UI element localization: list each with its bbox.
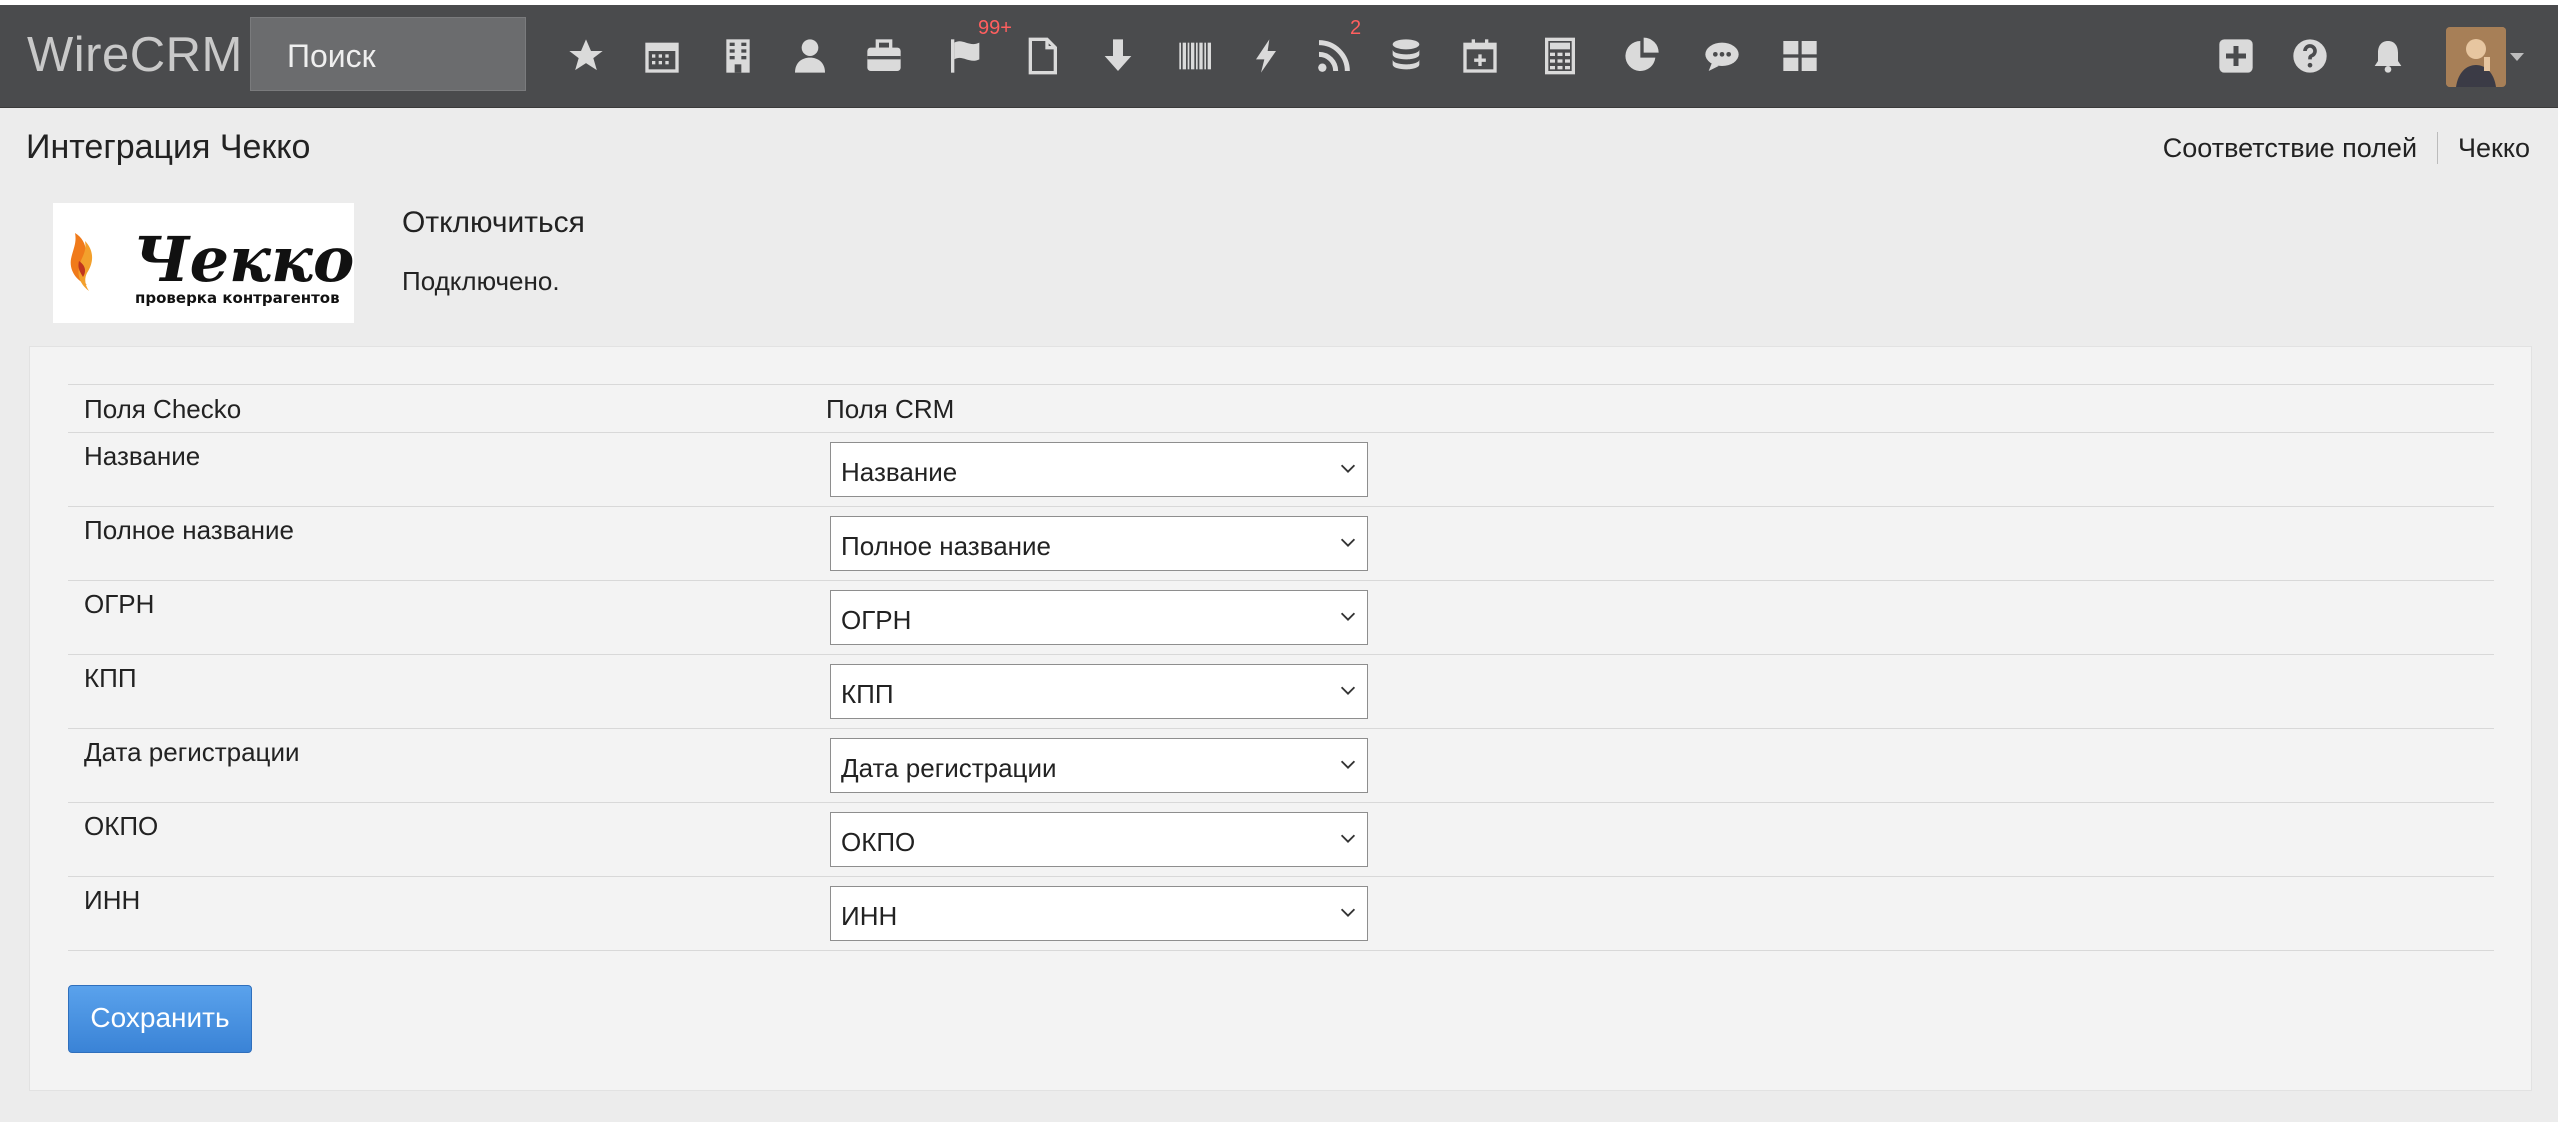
building-icon[interactable]	[716, 33, 760, 79]
chevron-down-icon	[1340, 908, 1356, 917]
chat-icon[interactable]	[1700, 33, 1744, 79]
checko-link[interactable]: Чекко	[2458, 133, 2530, 164]
lightning-icon[interactable]	[1244, 33, 1288, 79]
crm-field-select[interactable]: Дата регистрации	[830, 738, 1368, 793]
checko-field-label: Название	[84, 441, 201, 471]
header-checko-fields: Поля Checko	[84, 394, 242, 424]
checko-logo: Чекко проверка контрагентов	[53, 203, 354, 323]
table-row: Дата регистрации Дата регистрации	[68, 729, 2494, 803]
checko-field-label: КПП	[84, 663, 137, 693]
chevron-down-icon	[1340, 834, 1356, 843]
crm-field-select[interactable]: Название	[830, 442, 1368, 497]
star-icon[interactable]	[564, 33, 608, 79]
flag-badge: 99+	[978, 17, 1012, 39]
crm-field-select[interactable]: ОКПО	[830, 812, 1368, 867]
page-title: Интеграция Чекко	[26, 128, 311, 166]
field-mapping-table: Поля Checko Поля CRM Название Название Пол…	[68, 384, 2494, 951]
table-header: Поля Checko Поля CRM	[68, 385, 2494, 433]
calendar-add-icon[interactable]	[1458, 33, 1502, 79]
crm-field-selected-value: ОКПО	[841, 827, 916, 857]
table-row: КПП КПП	[68, 655, 2494, 729]
chevron-down-icon	[1340, 686, 1356, 695]
table-row: ОКПО ОКПО	[68, 803, 2494, 877]
logo-word: Чекко	[133, 223, 354, 296]
header-crm-fields: Поля CRM	[826, 394, 955, 424]
field-mapping-panel: Поля Checko Поля CRM Название Название Пол…	[29, 346, 2532, 1091]
download-icon[interactable]	[1096, 33, 1140, 79]
crm-field-selected-value: Дата регистрации	[841, 753, 1057, 783]
checko-field-label: ИНН	[84, 885, 141, 915]
help-icon[interactable]	[2288, 33, 2332, 79]
rss-badge: 2	[1350, 17, 1362, 39]
crm-field-select[interactable]: ОГРН	[830, 590, 1368, 645]
checko-field-label: Дата регистрации	[84, 737, 300, 767]
bell-icon[interactable]	[2366, 33, 2410, 79]
save-button[interactable]: Сохранить	[68, 985, 252, 1053]
crm-field-select[interactable]: КПП	[830, 664, 1368, 719]
briefcase-icon[interactable]	[862, 33, 906, 79]
connection-status: Подключено.	[402, 266, 560, 296]
checko-field-label: ОГРН	[84, 589, 155, 619]
chevron-down-icon	[1340, 760, 1356, 769]
crm-field-selected-value: Полное название	[841, 531, 1052, 561]
crm-field-selected-value: ИНН	[841, 901, 898, 931]
table-row: ОГРН ОГРН	[68, 581, 2494, 655]
barcode-icon[interactable]	[1174, 33, 1218, 79]
link-divider	[2437, 132, 2439, 164]
table-row: ИНН ИНН	[68, 877, 2494, 951]
app-logo[interactable]: WireCRM	[27, 27, 243, 83]
calculator-icon[interactable]	[1538, 33, 1582, 79]
checko-field-label: ОКПО	[84, 811, 159, 841]
user-avatar[interactable]	[2446, 27, 2506, 87]
plus-square-icon[interactable]	[2214, 33, 2258, 79]
table-row: Название Название	[68, 433, 2494, 507]
table-row: Полное название Полное название	[68, 507, 2494, 581]
chevron-down-icon	[1340, 538, 1356, 547]
pie-chart-icon[interactable]	[1620, 33, 1664, 79]
checko-field-label: Полное название	[84, 515, 295, 545]
crm-field-select[interactable]: Полное название	[830, 516, 1368, 571]
crm-field-select[interactable]: ИНН	[830, 886, 1368, 941]
chevron-down-icon	[1340, 612, 1356, 621]
logo-tagline: проверка контрагентов	[135, 289, 340, 307]
chevron-down-icon	[1340, 464, 1356, 473]
header-links: Соответствие полей Чекко	[2163, 132, 2530, 164]
database-icon[interactable]	[1384, 33, 1428, 79]
search-input[interactable]: Поиск	[250, 17, 526, 91]
grid-icon[interactable]	[1778, 33, 1822, 79]
field-mapping-link[interactable]: Соответствие полей	[2163, 133, 2417, 164]
top-navigation-bar: WireCRM Поиск 99+ 2	[0, 5, 2558, 107]
document-icon[interactable]	[1020, 33, 1064, 79]
calendar-icon[interactable]	[640, 33, 684, 79]
disconnect-link[interactable]: Отключиться	[402, 206, 585, 240]
account-menu-caret[interactable]	[2510, 53, 2524, 61]
user-icon[interactable]	[788, 33, 832, 79]
crm-field-selected-value: КПП	[841, 679, 894, 709]
crm-field-selected-value: Название	[841, 457, 958, 487]
crm-field-selected-value: ОГРН	[841, 605, 912, 635]
